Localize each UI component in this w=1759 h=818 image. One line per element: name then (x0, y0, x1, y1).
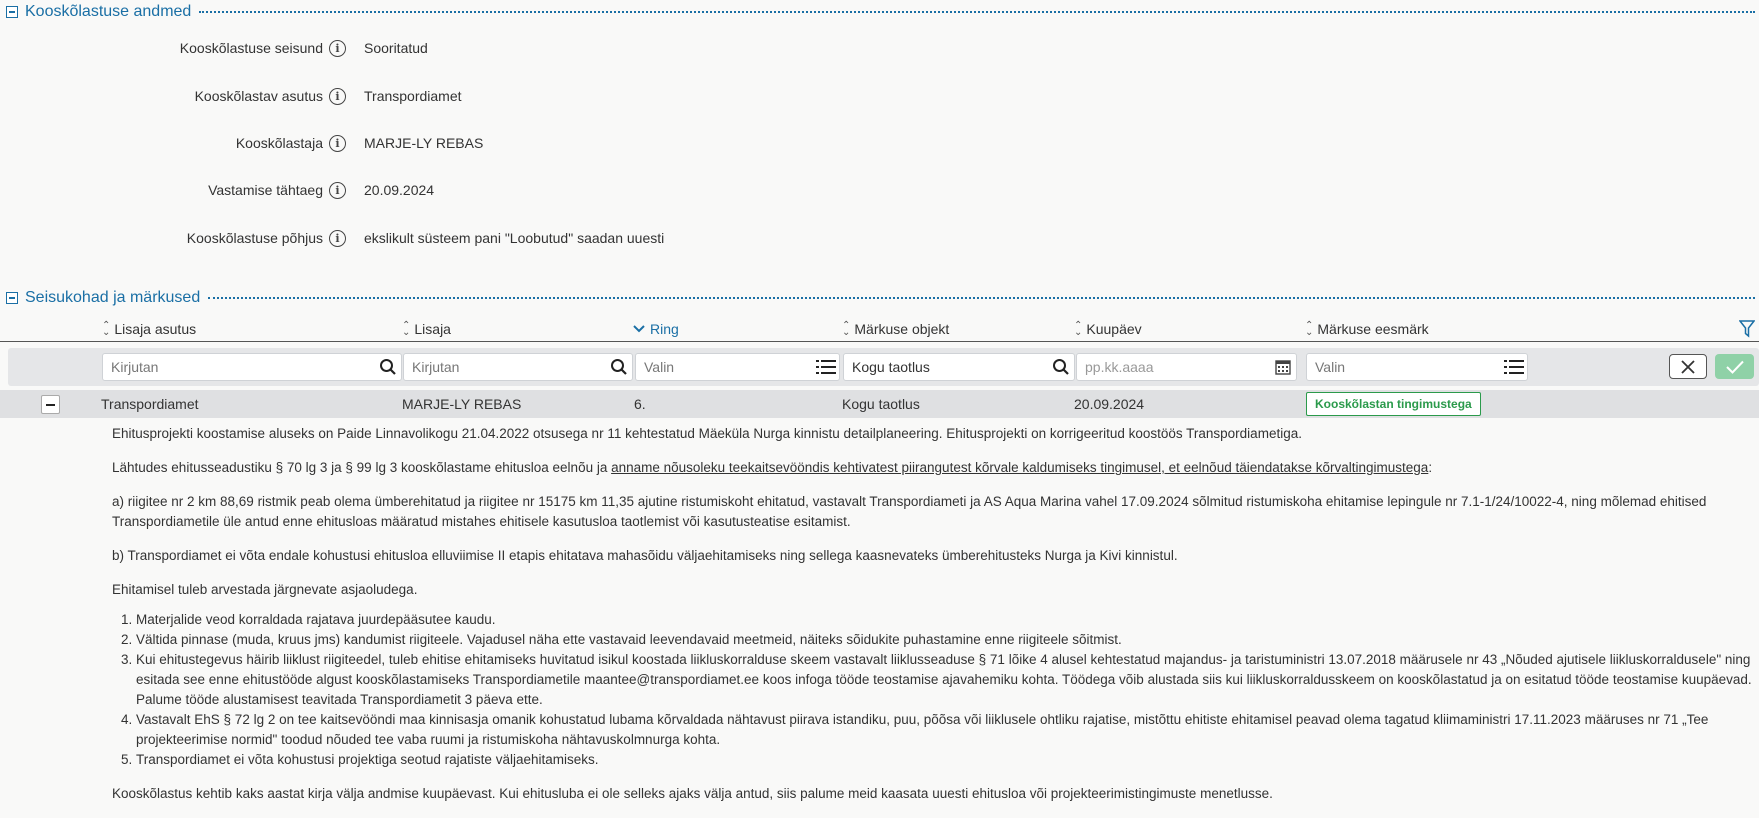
column-label: Ring (650, 321, 679, 337)
field-value: 20.09.2024 (364, 182, 435, 198)
table-row[interactable]: Transpordiamet MARJE-LY REBAS 6. Kogu ta… (0, 390, 1759, 418)
list-icon[interactable] (813, 354, 839, 380)
field-label: Kooskõlastuse põhjus (186, 230, 323, 246)
field-label: Kooskõlastav asutus (194, 88, 323, 104)
cell-round: 6. (634, 396, 646, 412)
column-header-date[interactable]: ⌃ ⌄ Kuupäev (1074, 318, 1142, 340)
collapse-icon[interactable] (6, 6, 18, 18)
filter-value: Kogu taotlus (852, 359, 930, 375)
filter-placeholder: Kirjutan (111, 359, 159, 375)
calendar-icon[interactable] (1270, 354, 1296, 380)
list-icon[interactable] (1501, 354, 1527, 380)
field-label: Kooskõlastaja (235, 135, 323, 151)
field-response-deadline: Vastamise tähtaeg i 20.09.2024 (0, 178, 1000, 202)
column-header-agency[interactable]: ⌃ ⌄ Lisaja asutus (102, 318, 196, 340)
clear-filters-button[interactable] (1669, 354, 1707, 379)
column-header-round[interactable]: Ring (632, 318, 679, 340)
field-value: ekslikult süsteem pani "Loobutud" saadan… (364, 230, 665, 246)
paragraph: b) Transpordiamet ei võta endale kohustu… (112, 548, 1178, 563)
filter-icon[interactable] (1739, 320, 1755, 338)
filter-placeholder: pp.kk.aaaa (1085, 359, 1154, 375)
column-label: Märkuse eesmärk (1317, 321, 1429, 337)
filter-object-input[interactable]: Kogu taotlus (843, 353, 1075, 381)
sort-desc-icon (633, 325, 645, 333)
close-icon (1681, 359, 1695, 374)
filter-date-input[interactable]: pp.kk.aaaa (1076, 353, 1297, 381)
check-icon (1725, 360, 1744, 374)
field-value: Sooritatud (364, 40, 428, 56)
filter-placeholder: Valin (644, 359, 675, 375)
column-header-object[interactable]: ⌃ ⌄ Märkuse objekt (842, 318, 949, 340)
field-value: Transpordiamet (364, 88, 462, 104)
info-icon[interactable]: i (329, 229, 346, 247)
filter-placeholder: Valin (1315, 359, 1346, 375)
sort-icon: ⌃ ⌄ (102, 320, 111, 338)
paragraph: Ehitusprojekti koostamise aluseks on Pai… (112, 426, 1302, 441)
cell-added-by: MARJE-LY REBAS (402, 396, 522, 412)
filter-added-by-input[interactable]: Kirjutan (403, 353, 633, 381)
filter-placeholder: Kirjutan (412, 359, 460, 375)
column-label: Kuupäev (1086, 321, 1142, 337)
column-label: Lisaja (414, 321, 451, 337)
filter-bar: Kirjutan Kirjutan Valin Kogu taotlus pp.… (8, 348, 1759, 386)
cell-object: Kogu taotlus (842, 396, 920, 412)
field-value: MARJE-LY REBAS (364, 135, 484, 151)
section-header-positions[interactable]: Seisukohad ja märkused (0, 287, 1759, 309)
status-badge: Kooskõlastan tingimustega (1306, 392, 1481, 416)
list-item: Vältida pinnase (muda, kruus jms) kandum… (136, 630, 1752, 650)
info-icon[interactable]: i (329, 181, 346, 199)
column-header-added-by[interactable]: ⌃ ⌄ Lisaja (402, 318, 451, 340)
filter-agency-input[interactable]: Kirjutan (102, 353, 402, 381)
sort-icon: ⌃ ⌄ (1074, 320, 1083, 338)
filter-round-select[interactable]: Valin (635, 353, 840, 381)
section-header-approval-data[interactable]: Kooskõlastuse andmed (0, 1, 1759, 23)
cell-agency: Transpordiamet (101, 396, 199, 412)
info-icon[interactable]: i (329, 134, 346, 152)
field-approval-status: Kooskõlastuse seisund i Sooritatud (0, 36, 1000, 60)
search-icon[interactable] (1048, 354, 1074, 380)
list-item: Kui ehitustegevus häirib liiklust riigit… (136, 650, 1752, 710)
underlined-text: anname nõusoleku teekaitsevööndis kehtiv… (611, 460, 1429, 475)
search-icon[interactable] (375, 354, 401, 380)
collapse-row-button[interactable] (41, 395, 60, 414)
paragraph: Lähtudes ehitusseadustiku § 70 lg 3 ja §… (112, 458, 1752, 478)
filter-purpose-select[interactable]: Valin (1306, 353, 1528, 381)
table-header: ⌃ ⌄ Lisaja asutus ⌃ ⌄ Lisaja Ring ⌃ ⌄ Märku… (0, 318, 1759, 342)
section-divider (208, 297, 1755, 299)
field-approving-agency: Kooskõlastav asutus i Transpordiamet (0, 84, 1000, 108)
paragraph: Ehitamisel tuleb arvestada järgnevate as… (112, 582, 418, 597)
text: : (1428, 460, 1433, 475)
paragraph: Kooskõlastus kehtib kaks aastat kirja vä… (112, 786, 1273, 801)
cell-date: 20.09.2024 (1074, 396, 1145, 412)
column-label: Märkuse objekt (854, 321, 950, 337)
info-icon[interactable]: i (329, 87, 346, 105)
field-approver: Kooskõlastaja i MARJE-LY REBAS (0, 131, 1000, 155)
column-header-purpose[interactable]: ⌃ ⌄ Märkuse eesmärk (1305, 318, 1429, 340)
remark-details: Ehitusprojekti koostamise aluseks on Pai… (112, 424, 1752, 818)
text: Lähtudes ehitusseadustiku § 70 lg 3 ja §… (112, 460, 612, 475)
list-item: Materjalide veod korraldada rajatava juu… (136, 610, 1752, 630)
column-label: Lisaja asutus (114, 321, 197, 337)
info-icon[interactable]: i (329, 39, 346, 57)
section-title: Seisukohad ja märkused (25, 289, 201, 306)
apply-filters-button[interactable] (1715, 354, 1754, 379)
sort-icon: ⌃ ⌄ (842, 320, 851, 338)
field-approval-reason: Kooskõlastuse põhjus i ekslikult süsteem… (0, 226, 1000, 250)
paragraph: a) riigitee nr 2 km 88,69 ristmik peab o… (112, 494, 1707, 529)
search-icon[interactable] (606, 354, 632, 380)
field-label: Kooskõlastuse seisund (179, 40, 323, 56)
list-item: Vastavalt EhS § 72 lg 2 on tee kaitsevöö… (136, 710, 1752, 750)
collapse-icon[interactable] (6, 292, 18, 304)
section-title: Kooskõlastuse andmed (25, 3, 192, 20)
section-divider (199, 11, 1755, 13)
field-label: Vastamise tähtaeg (208, 182, 323, 198)
sort-icon: ⌃ ⌄ (1305, 320, 1314, 338)
sort-icon: ⌃ ⌄ (402, 320, 411, 338)
list-item: Transpordiamet ei võta kohustusi projekt… (136, 750, 1752, 770)
conditions-list: Materjalide veod korraldada rajatava juu… (136, 610, 1752, 770)
